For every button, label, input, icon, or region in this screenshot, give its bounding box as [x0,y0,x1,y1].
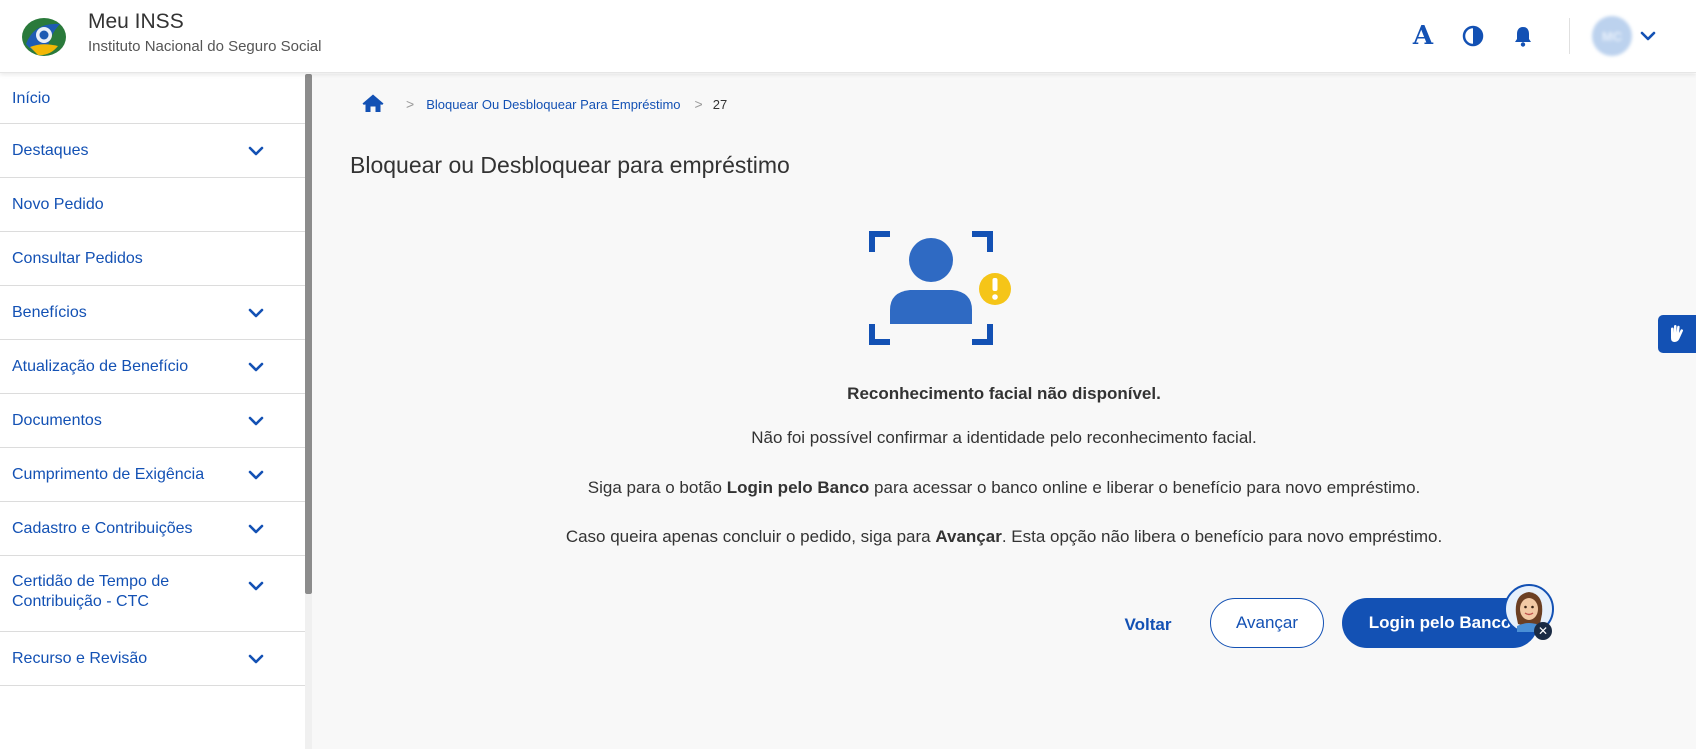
voltar-button[interactable]: Voltar [1118,608,1178,642]
header-actions: A MC [1391,16,1656,56]
user-menu[interactable]: MC [1592,16,1656,56]
sidebar-item-destaques[interactable]: Destaques [0,124,305,178]
sidebar-item-novo-pedido[interactable]: Novo Pedido [0,178,305,232]
header-divider [1569,18,1570,54]
message-text: para acessar o banco online e liberar o … [869,478,1421,497]
chevron-down-icon[interactable] [247,651,265,667]
avancar-button[interactable]: Avançar [1210,598,1324,648]
chevron-down-icon[interactable] [247,305,265,321]
message-line-2: Siga para o botão Login pelo Banco para … [312,478,1696,498]
message-bold-text: Avançar [935,527,1002,546]
chevron-right-icon: > [694,96,703,112]
sidebar-item-documentos[interactable]: Documentos [0,394,305,448]
app-title: Meu INSS [88,10,184,33]
sidebar-item-label: Atualização de Benefício [12,357,189,375]
message-line-1: Não foi possível confirmar a identidade … [751,428,1257,447]
sidebar-item-recurso-revisao[interactable]: Recurso e Revisão [0,632,305,686]
chevron-down-icon[interactable] [247,359,265,375]
sign-language-icon[interactable] [1658,315,1696,353]
sidebar-item-label: Destaques [12,141,89,159]
message-text: . Esta opção não libera o benefício para… [1001,527,1443,546]
sidebar-item-label: Certidão de Tempo de Contribuição - CTC [12,573,170,610]
inss-logo-icon[interactable] [20,14,68,58]
sidebar-item-label: Documentos [12,411,102,429]
breadcrumb-link[interactable]: Bloquear Ou Desbloquear Para Empréstimo [426,97,680,112]
message-title: Reconhecimento facial não disponível. [847,384,1161,403]
sidebar-item-atualizacao-beneficio[interactable]: Atualização de Benefício [0,340,305,394]
face-recognition-icon [869,231,1011,345]
chevron-down-icon[interactable] [1640,30,1656,42]
page-title: Bloquear ou Desbloquear para empréstimo [350,152,790,178]
sidebar-item-inicio[interactable]: Início [0,74,305,124]
sidebar-item-consultar-pedidos[interactable]: Consultar Pedidos [0,232,305,286]
sidebar-item-label: Cumprimento de Exigência [12,465,205,483]
home-icon[interactable] [362,94,384,114]
chevron-down-icon[interactable] [247,413,265,429]
chevron-down-icon[interactable] [247,467,265,483]
sidebar-item-label: Novo Pedido [12,195,104,213]
avatar[interactable]: MC [1592,16,1632,56]
chevron-down-icon[interactable] [247,521,265,537]
sidebar-item-cumprimento-exigencia[interactable]: Cumprimento de Exigência [0,448,305,502]
sidebar-item-label: Início [12,89,51,107]
sidebar-item-ctc[interactable]: Certidão de Tempo de Contribuição - CTC [0,556,305,632]
sidebar-scrollbar[interactable] [305,74,312,594]
breadcrumb-current: 27 [712,96,728,112]
app-subtitle: Instituto Nacional do Seguro Social [88,38,322,55]
main-content: > Bloquear Ou Desbloquear Para Empréstim… [312,74,1696,749]
message-bold-text: Login pelo Banco [726,478,870,497]
sidebar-item-cadastro-contribuicoes[interactable]: Cadastro e Contribuições [0,502,305,556]
close-icon[interactable]: ✕ [1534,622,1552,640]
message-text: Siga para o botão [587,478,727,497]
sidebar-item-beneficios[interactable]: Benefícios [0,286,305,340]
bell-icon[interactable] [1505,18,1541,54]
sidebar-scroll-track[interactable] [305,594,312,749]
font-size-icon[interactable]: A [1405,18,1441,54]
chevron-right-icon: > [406,96,415,112]
chevron-down-icon[interactable] [247,578,265,594]
sidebar-item-label: Cadastro e Contribuições [12,519,193,537]
sidebar-item-label: Benefícios [12,303,87,321]
message-line-3: Caso queira apenas concluir o pedido, si… [312,527,1696,547]
sidebar-item-label: Consultar Pedidos [12,249,143,267]
app-header: Meu INSS Instituto Nacional do Seguro So… [0,0,1696,73]
sidebar: Início Destaques Novo Pedido Consultar P… [0,74,305,749]
breadcrumb: > Bloquear Ou Desbloquear Para Empréstim… [362,92,727,116]
chevron-down-icon[interactable] [247,143,265,159]
sidebar-item-label: Recurso e Revisão [12,649,148,667]
message-text: Caso queira apenas concluir o pedido, si… [565,527,936,546]
contrast-icon[interactable] [1455,18,1491,54]
